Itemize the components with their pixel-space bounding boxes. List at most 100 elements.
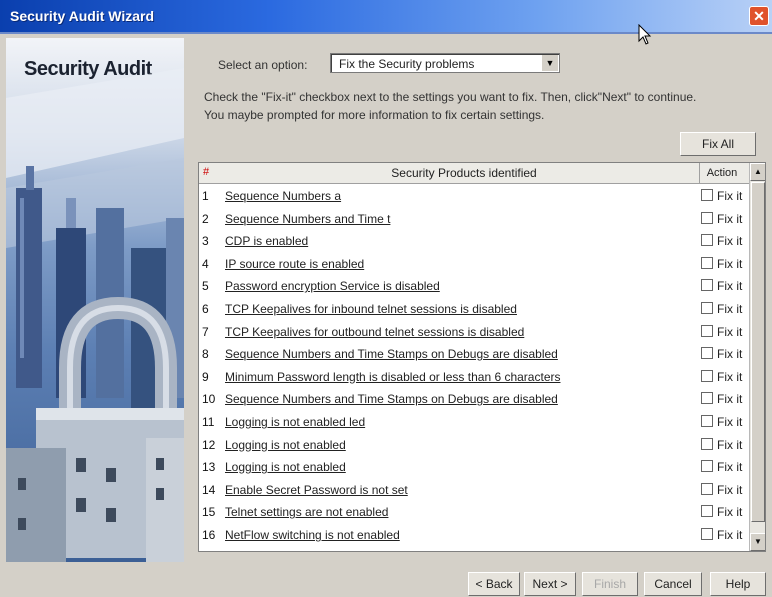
fix-it-checkbox[interactable]: Fix it bbox=[701, 460, 742, 474]
instruction-line-1: Check the "Fix-it" checkbox next to the … bbox=[204, 90, 697, 104]
checkbox-icon[interactable] bbox=[701, 189, 713, 201]
help-button[interactable]: Help bbox=[710, 572, 766, 596]
fix-it-checkbox[interactable]: Fix it bbox=[701, 234, 742, 248]
checkbox-icon[interactable] bbox=[701, 301, 713, 314]
row-number: 11 bbox=[202, 414, 215, 429]
checkbox-icon[interactable] bbox=[701, 256, 713, 269]
fix-it-label: Fix it bbox=[717, 279, 743, 294]
finish-button[interactable]: Finish bbox=[582, 572, 638, 596]
fix-it-label: Fix it bbox=[717, 482, 743, 497]
title-bar: Security Audit Wizard ✕ bbox=[0, 0, 772, 34]
problems-column-header: Security Products identified bbox=[391, 166, 537, 180]
problem-link[interactable]: Telnet settings are not enabled bbox=[225, 505, 388, 519]
checkbox-icon[interactable] bbox=[701, 211, 713, 224]
checkbox-icon[interactable] bbox=[701, 347, 713, 360]
problem-link[interactable]: TCP Keepalives for outbound telnet sessi… bbox=[225, 325, 524, 339]
fix-all-button[interactable]: Fix All bbox=[680, 132, 756, 156]
checkbox-icon[interactable] bbox=[701, 527, 713, 540]
window-title: Security Audit Wizard bbox=[10, 8, 155, 24]
checkbox-icon[interactable] bbox=[701, 234, 713, 247]
row-number: 2 bbox=[202, 211, 209, 226]
table-row: 5 Password encryption Service is disabled… bbox=[199, 275, 749, 298]
problem-link[interactable]: Logging is not enabled led bbox=[225, 415, 365, 429]
main-panel: Select an option: Fix the Security probl… bbox=[184, 38, 772, 562]
fix-it-label: Fix it bbox=[717, 437, 743, 452]
problem-link[interactable]: TCP Keepalives for inbound telnet sessio… bbox=[225, 302, 517, 316]
wizard-banner: Security Audit bbox=[6, 38, 184, 562]
fix-it-checkbox[interactable]: Fix it bbox=[701, 211, 742, 226]
close-button[interactable]: ✕ bbox=[749, 6, 769, 26]
fix-it-checkbox[interactable]: Fix it bbox=[701, 505, 742, 519]
vertical-scrollbar[interactable]: ▲ ▼ bbox=[749, 163, 765, 551]
problem-link[interactable]: CDP is enabled bbox=[225, 234, 308, 248]
problem-link[interactable]: Minimum Password length is disabled or l… bbox=[225, 370, 560, 384]
next-button[interactable]: Next > bbox=[524, 572, 576, 596]
problem-link[interactable]: Sequence Numbers and Time Stamps on Debu… bbox=[225, 347, 558, 361]
fix-it-checkbox[interactable]: Fix it bbox=[701, 414, 742, 429]
fix-it-checkbox[interactable]: Fix it bbox=[701, 527, 742, 542]
problem-link[interactable]: Logging is not enabled bbox=[225, 460, 346, 474]
number-column-header: # bbox=[203, 166, 210, 178]
problem-link[interactable]: NetFlow switching is not enabled bbox=[225, 528, 400, 542]
row-number: 1 bbox=[202, 189, 209, 203]
security-problems-table: # Security Products identified Action 1 S… bbox=[198, 162, 766, 552]
checkbox-icon[interactable] bbox=[701, 324, 713, 337]
chevron-down-icon[interactable]: ▼ bbox=[541, 55, 558, 71]
table-row: 6 TCP Keepalives for inbound telnet sessi… bbox=[199, 298, 749, 321]
fix-it-label: Fix it bbox=[717, 189, 743, 203]
fix-it-label: Fix it bbox=[717, 505, 743, 520]
row-number: 3 bbox=[202, 234, 209, 249]
cancel-button[interactable]: Cancel bbox=[644, 572, 702, 596]
table-row: 4 IP source route is enabled Fix it bbox=[199, 253, 749, 276]
scrollbar-thumb[interactable] bbox=[751, 182, 765, 522]
row-number: 4 bbox=[202, 256, 209, 271]
row-number: 13 bbox=[202, 460, 216, 475]
fix-it-checkbox[interactable]: Fix it bbox=[701, 392, 742, 406]
instructions: Check the "Fix-it" checkbox next to the … bbox=[204, 88, 764, 124]
table-row: 7 TCP Keepalives for outbound telnet sess… bbox=[199, 321, 749, 344]
checkbox-icon[interactable] bbox=[701, 279, 713, 292]
problem-link[interactable]: Sequence Numbers and Time t bbox=[225, 212, 390, 226]
table-row: 1 Sequence Numbers a Fix it bbox=[199, 185, 749, 208]
row-number: 7 bbox=[202, 324, 209, 339]
fix-it-checkbox[interactable]: Fix it bbox=[701, 437, 743, 452]
option-label: Select an option: bbox=[218, 58, 308, 72]
instruction-line-2: You maybe prompted for more information … bbox=[204, 108, 545, 122]
fix-it-checkbox[interactable]: Fix it bbox=[701, 256, 742, 271]
option-dropdown[interactable]: Fix the Security problems ▼ bbox=[330, 53, 560, 73]
fix-it-checkbox[interactable]: Fix it bbox=[701, 482, 743, 497]
checkbox-icon[interactable] bbox=[701, 392, 713, 405]
checkbox-icon[interactable] bbox=[701, 460, 713, 473]
problem-link[interactable]: IP source route is enabled bbox=[225, 257, 364, 271]
scroll-up-icon[interactable]: ▲ bbox=[750, 163, 765, 181]
problem-link[interactable]: Sequence Numbers a bbox=[225, 189, 341, 203]
fix-it-label: Fix it bbox=[717, 324, 743, 339]
checkbox-icon[interactable] bbox=[701, 505, 713, 518]
table-row: 12 Logging is not enabled Fix it bbox=[199, 434, 749, 457]
row-number: 15 bbox=[202, 505, 216, 520]
problem-link[interactable]: Logging is not enabled bbox=[225, 438, 346, 452]
problem-link[interactable]: Sequence Numbers and Time Stamps on Debu… bbox=[225, 392, 558, 406]
fix-it-checkbox[interactable]: Fix it bbox=[701, 301, 742, 316]
checkbox-icon[interactable] bbox=[701, 482, 713, 495]
checkbox-icon[interactable] bbox=[701, 437, 713, 450]
fix-it-checkbox[interactable]: Fix it bbox=[701, 324, 743, 339]
fix-it-checkbox[interactable]: Fix it bbox=[701, 279, 742, 293]
checkbox-icon[interactable] bbox=[701, 369, 713, 382]
scroll-down-icon[interactable]: ▼ bbox=[750, 533, 765, 551]
back-button[interactable]: < Back bbox=[468, 572, 520, 596]
checkbox-icon[interactable] bbox=[701, 414, 713, 427]
fix-it-checkbox[interactable]: Fix it bbox=[701, 347, 742, 361]
fix-it-label: Fix it bbox=[717, 460, 743, 475]
problem-link[interactable]: Enable Secret Password is not set bbox=[225, 483, 408, 497]
fix-it-label: Fix it bbox=[717, 234, 743, 249]
row-number: 8 bbox=[202, 347, 209, 362]
fix-it-label: Fix it bbox=[717, 347, 743, 362]
table-row: 15 Telnet settings are not enabled Fix it bbox=[199, 501, 749, 524]
row-number: 12 bbox=[202, 437, 216, 452]
table-row: 11 Logging is not enabled led Fix it bbox=[199, 411, 749, 434]
problem-link[interactable]: Password encryption Service is disabled bbox=[225, 279, 440, 293]
fix-it-checkbox[interactable]: Fix it bbox=[701, 369, 742, 384]
row-number: 5 bbox=[202, 279, 209, 294]
fix-it-checkbox[interactable]: Fix it bbox=[701, 189, 742, 203]
